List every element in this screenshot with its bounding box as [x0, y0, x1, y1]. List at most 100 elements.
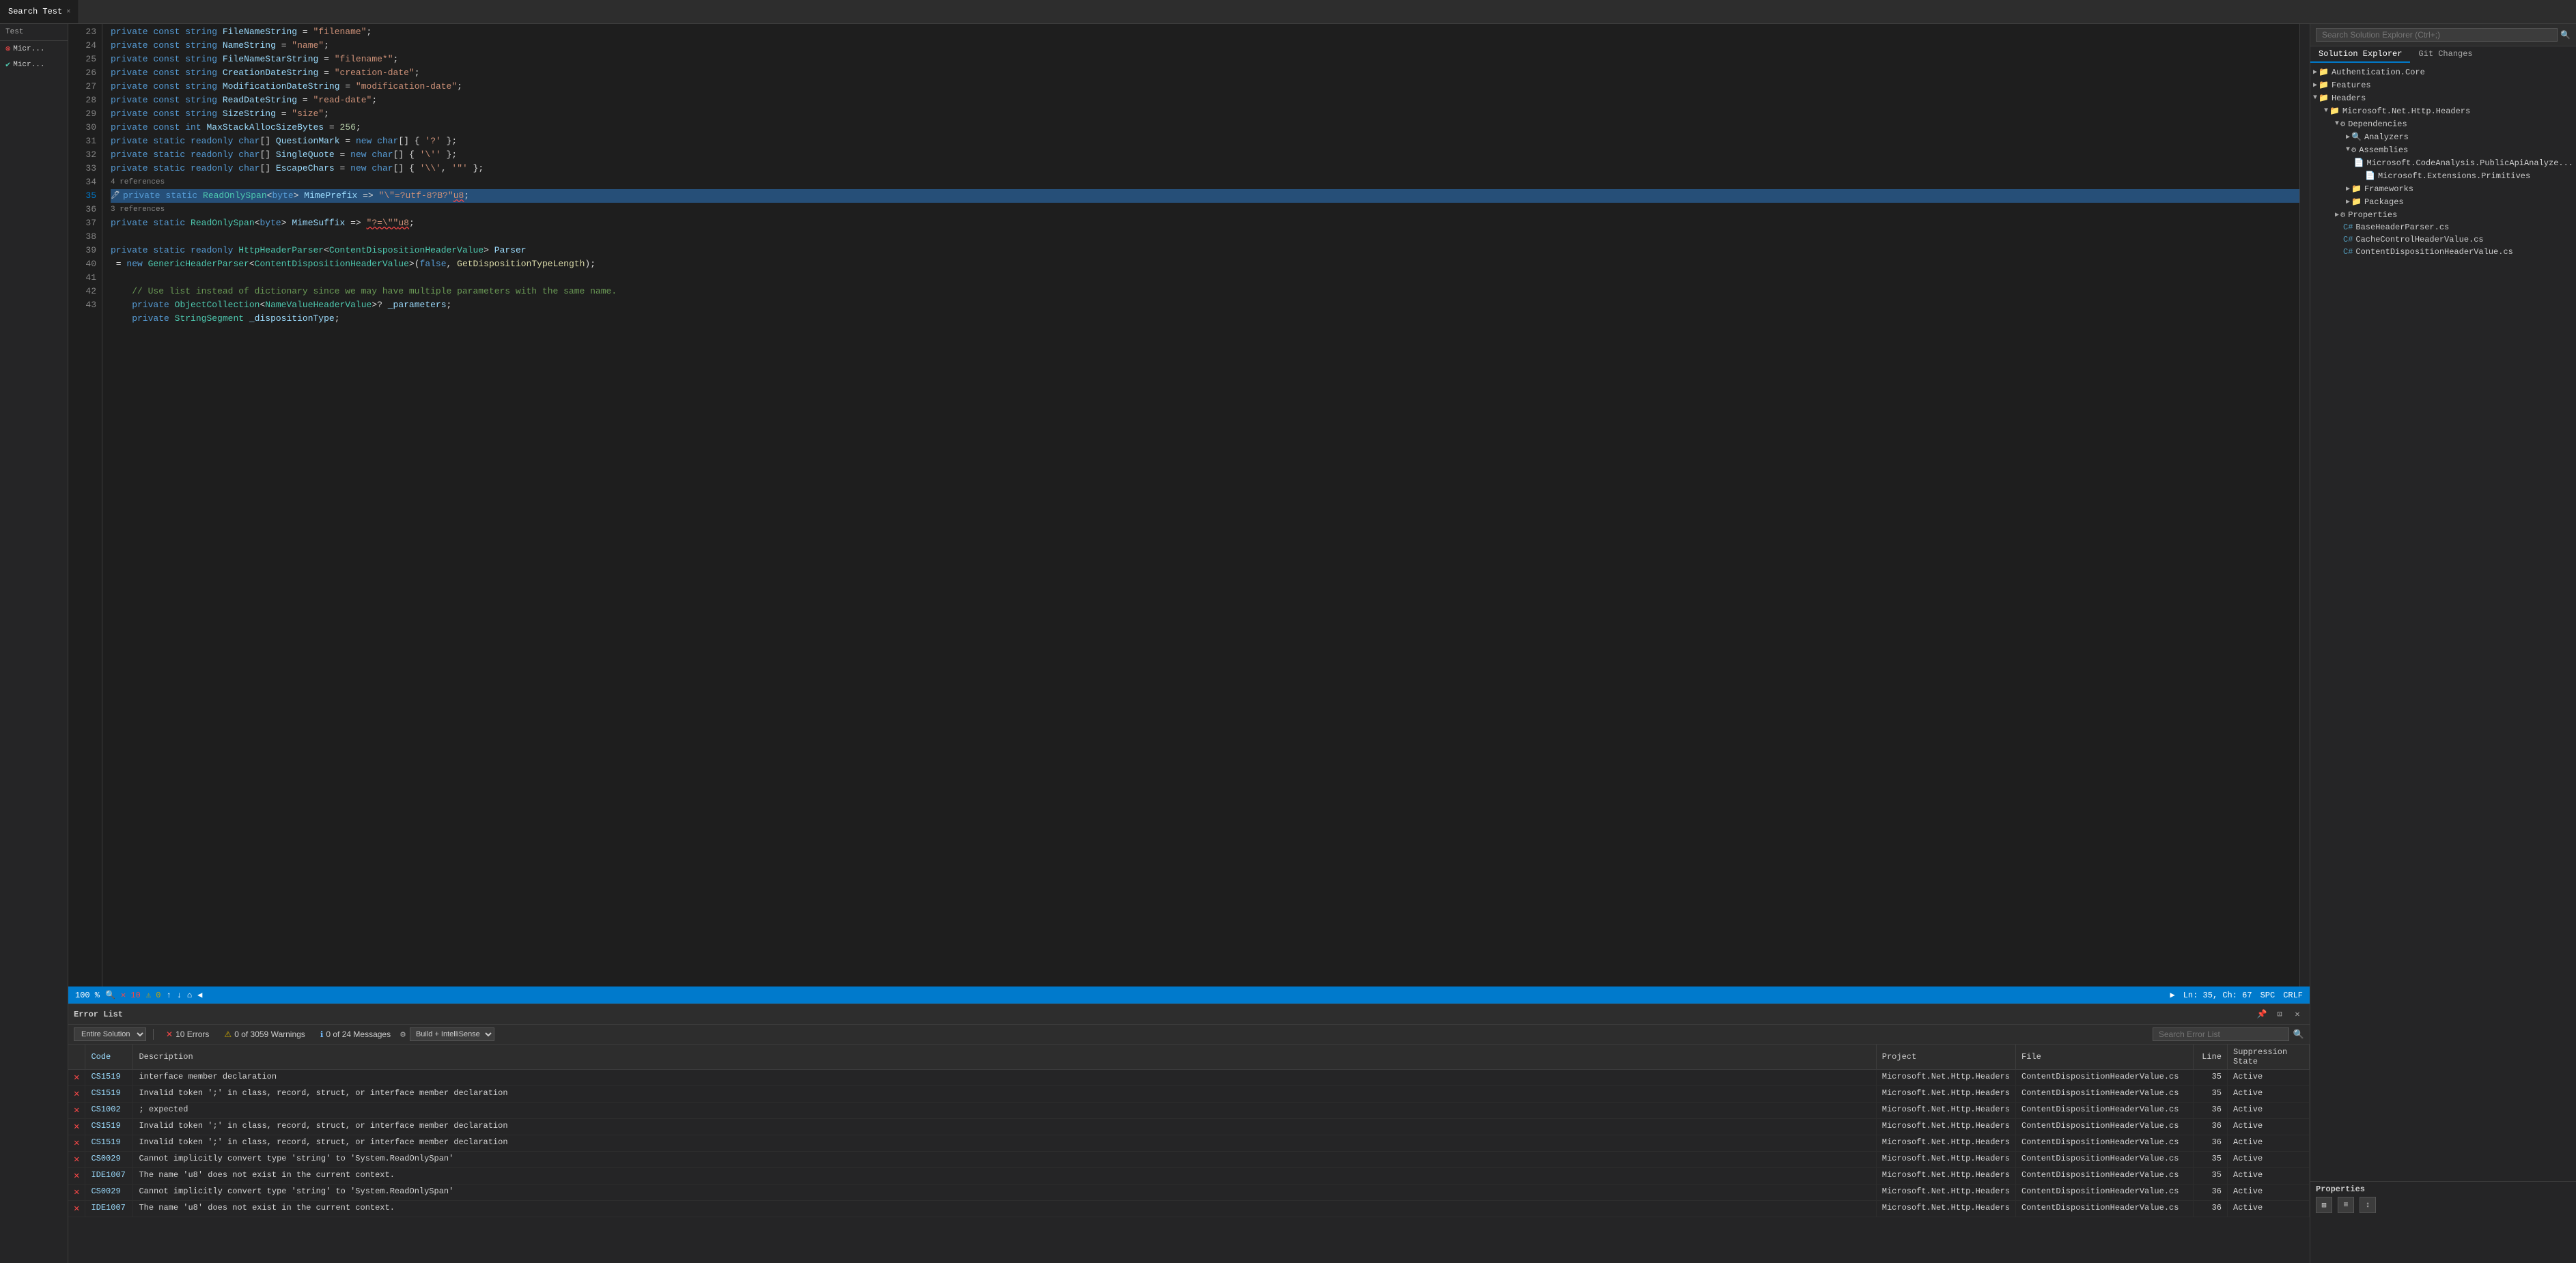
row-description: Cannot implicitly convert type 'string' …: [133, 1152, 1876, 1168]
table-row[interactable]: ✕ CS1519 Invalid token ';' in class, rec…: [68, 1119, 2310, 1135]
down-nav-icon[interactable]: ↓: [177, 991, 182, 1000]
solution-explorer-header: 🔍: [2310, 24, 2576, 46]
format-icon[interactable]: ⌂: [187, 991, 192, 1000]
tree-item-icon: C#: [2343, 235, 2353, 244]
scroll-left-icon[interactable]: ◀: [197, 990, 202, 1000]
row-project: Microsoft.Net.Http.Headers: [1876, 1201, 2015, 1217]
tree-item[interactable]: C# CacheControlHeaderValue.cs: [2310, 233, 2576, 246]
col-file[interactable]: File: [2016, 1045, 2194, 1070]
table-row[interactable]: ✕ CS1519 Invalid token ';' in class, rec…: [68, 1135, 2310, 1152]
row-project: Microsoft.Net.Http.Headers: [1876, 1184, 2015, 1201]
code-line-36: private static ReadOnlySpan<byte> MimeSu…: [111, 216, 2299, 230]
row-code: IDE1007: [85, 1201, 133, 1217]
col-line[interactable]: Line: [2194, 1045, 2228, 1070]
row-code: CS1002: [85, 1103, 133, 1119]
solution-search-input[interactable]: [2316, 28, 2558, 42]
line-ending: CRLF: [2283, 991, 2303, 1000]
table-row[interactable]: ✕ CS0029 Cannot implicitly convert type …: [68, 1184, 2310, 1201]
tree-item-label: Frameworks: [2364, 184, 2413, 194]
row-project: Microsoft.Net.Http.Headers: [1876, 1103, 2015, 1119]
errors-toggle-button[interactable]: ✕ 10 Errors: [160, 1028, 214, 1040]
tree-item[interactable]: ▶ ⚙ Properties: [2310, 208, 2576, 221]
table-row[interactable]: ✕ CS1519 Invalid token ';' in class, rec…: [68, 1086, 2310, 1103]
encoding: SPC: [2260, 991, 2276, 1000]
messages-toggle-button[interactable]: ℹ 0 of 24 Messages: [315, 1028, 396, 1040]
code-line-32: private static readonly char[] QuestionM…: [111, 134, 2299, 148]
tree-item[interactable]: ▶ 📁 Frameworks: [2310, 182, 2576, 195]
table-row[interactable]: ✕ IDE1007 The name 'u8' does not exist i…: [68, 1168, 2310, 1184]
col-suppression[interactable]: Suppression State: [2228, 1045, 2310, 1070]
close-panel-button[interactable]: ✕: [2291, 1008, 2304, 1021]
ref-count-36: 3 references: [111, 203, 2299, 216]
tree-arrow-icon: ▶: [2346, 185, 2350, 193]
tree-arrow-icon: ▶: [2346, 133, 2350, 141]
file-icon: 📄: [2365, 171, 2375, 181]
code-line-37: [111, 230, 2299, 244]
zoom-icon[interactable]: 🔍: [105, 990, 115, 1000]
table-row[interactable]: ✕ CS0029 Cannot implicitly convert type …: [68, 1152, 2310, 1168]
tree-item[interactable]: ▼ 📁 Headers: [2310, 91, 2576, 104]
tab-search-test[interactable]: Search Test ✕: [0, 0, 79, 23]
tree-item[interactable]: C# BaseHeaderParser.cs: [2310, 221, 2576, 233]
row-line: 35: [2194, 1168, 2228, 1184]
warning-count-badge[interactable]: ⚠ 0: [146, 990, 161, 1000]
tab-git-changes[interactable]: Git Changes: [2410, 46, 2480, 63]
editor-content: 23 24 25 26 27 28 29 30 31 32 33 34 35 3…: [68, 24, 2310, 987]
tree-arrow-icon: ▶: [2335, 211, 2339, 219]
up-nav-icon[interactable]: ↑: [166, 991, 171, 1000]
tree-item[interactable]: ▼ ⚙ Dependencies: [2310, 117, 2576, 130]
scroll-right-icon[interactable]: ▶: [2170, 990, 2175, 1000]
error-count-badge[interactable]: ✕ 10: [121, 990, 141, 1000]
tree-arrow-icon: ▼: [2335, 120, 2339, 128]
table-row[interactable]: ✕ CS1002 ; expected Microsoft.Net.Http.H…: [68, 1103, 2310, 1119]
row-file: ContentDispositionHeaderValue.cs: [2016, 1184, 2194, 1201]
editor-minimap[interactable]: [2299, 24, 2310, 987]
grid-view-button[interactable]: ⊞: [2316, 1197, 2332, 1213]
tab-solution-explorer[interactable]: Solution Explorer: [2310, 46, 2410, 63]
error-count-label: 10 Errors: [176, 1030, 209, 1039]
warnings-toggle-button[interactable]: ⚠ 0 of 3059 Warnings: [219, 1028, 310, 1040]
category-view-button[interactable]: ≡: [2338, 1197, 2354, 1213]
tree-item[interactable]: ▼ ⚙ Assemblies: [2310, 143, 2576, 156]
row-project: Microsoft.Net.Http.Headers: [1876, 1070, 2015, 1086]
row-icon: ✕: [68, 1135, 85, 1152]
tree-item-label: Dependencies: [2348, 119, 2407, 129]
tree-item-icon: 📁: [2329, 106, 2340, 116]
tree-item-label: Packages: [2364, 197, 2404, 207]
sidebar-item-0[interactable]: ⊗ Micr...: [0, 41, 68, 57]
solution-search-icon[interactable]: 🔍: [2560, 30, 2571, 40]
properties-title: Properties: [2316, 1184, 2571, 1194]
col-project[interactable]: Project: [1876, 1045, 2015, 1070]
line-numbers: 23 24 25 26 27 28 29 30 31 32 33 34 35 3…: [68, 24, 102, 987]
tree-item[interactable]: ▶ 🔍 Analyzers: [2310, 130, 2576, 143]
build-filter-dropdown[interactable]: Build + IntelliSense: [410, 1027, 494, 1041]
col-description[interactable]: Description: [133, 1045, 1876, 1070]
analyzer-icon: 🔍: [2351, 132, 2362, 142]
pin-panel-button[interactable]: 📌: [2255, 1008, 2269, 1021]
row-code: CS1519: [85, 1119, 133, 1135]
tree-item[interactable]: 📄 Microsoft.CodeAnalysis.PublicApiAnalyz…: [2310, 156, 2576, 169]
settings-icon[interactable]: ⚙: [400, 1030, 406, 1040]
tree-item[interactable]: ▼ 📁 Microsoft.Net.Http.Headers: [2310, 104, 2576, 117]
code-editor[interactable]: private const string FileNameString = "f…: [102, 24, 2299, 987]
search-error-input[interactable]: [2153, 1027, 2289, 1041]
sort-button[interactable]: ↕: [2360, 1197, 2376, 1213]
tab-close-icon[interactable]: ✕: [66, 8, 70, 16]
tree-item[interactable]: C# ContentDispositionHeaderValue.cs: [2310, 246, 2576, 258]
col-code[interactable]: Code: [85, 1045, 133, 1070]
search-error-icon[interactable]: 🔍: [2293, 1030, 2304, 1040]
tree-item-label: Microsoft.Net.Http.Headers: [2342, 107, 2470, 116]
tree-item-label: Analyzers: [2364, 132, 2409, 142]
row-state: Active: [2228, 1135, 2310, 1152]
tree-item[interactable]: ▶ 📁 Authentication.Core: [2310, 66, 2576, 79]
table-row[interactable]: ✕ CS1519 interface member declaration Mi…: [68, 1070, 2310, 1086]
tree-item-label: Microsoft.Extensions.Primitives: [2378, 171, 2530, 181]
tree-item[interactable]: ▶ 📁 Features: [2310, 79, 2576, 91]
tree-item-icon: 📁: [2319, 80, 2329, 90]
tree-item[interactable]: ▶ 📁 Packages: [2310, 195, 2576, 208]
float-panel-button[interactable]: ⊡: [2273, 1008, 2286, 1021]
sidebar-item-1[interactable]: ✔ Micr...: [0, 57, 68, 72]
scope-dropdown[interactable]: Entire Solution: [74, 1027, 146, 1041]
table-row[interactable]: ✕ IDE1007 The name 'u8' does not exist i…: [68, 1201, 2310, 1217]
tree-item[interactable]: 📄 Microsoft.Extensions.Primitives: [2310, 169, 2576, 182]
